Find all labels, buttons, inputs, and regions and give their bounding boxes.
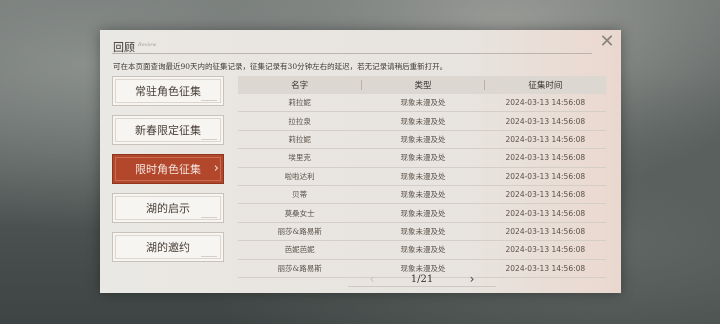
table-row: 拉拉泉 现象未漫及处 2024-03-13 14:56:08 [238, 112, 606, 131]
pager-underline [348, 286, 496, 287]
table-row: 埃里克 现象未漫及处 2024-03-13 14:56:08 [238, 149, 606, 168]
table-row: 莫桑女士 现象未漫及处 2024-03-13 14:56:08 [238, 204, 606, 223]
cell-time: 2024-03-13 14:56:08 [505, 245, 586, 255]
sidebar-item-standard[interactable]: 常驻角色征集 [112, 76, 224, 106]
page-indicator: 1/21 [410, 273, 434, 285]
chevron-right-icon: › [213, 161, 219, 176]
sidebar-item-label: 常驻角色征集 [135, 85, 201, 98]
header-type: 类型 [414, 81, 432, 91]
table-row: 啦啦达利 现象未漫及处 2024-03-13 14:56:08 [238, 168, 606, 186]
cell-type: 现象未漫及处 [400, 190, 446, 200]
cell-name: 莉拉妮 [288, 98, 311, 108]
table-row: 贝蒂 现象未漫及处 2024-03-13 14:56:08 [238, 186, 606, 205]
cell-type: 现象未漫及处 [400, 245, 446, 255]
cell-time: 2024-03-13 14:56:08 [505, 116, 586, 126]
cell-type: 现象未漫及处 [400, 116, 446, 126]
decor-line [201, 139, 217, 140]
review-panel: 回顾 Review ✕ 可在本页面查询最近90天内的征集记录，征集记录有30分钟… [100, 30, 621, 293]
close-icon[interactable]: ✕ [598, 33, 616, 51]
cell-time: 2024-03-13 14:56:08 [505, 208, 586, 218]
notice-text: 可在本页面查询最近90天内的征集记录，征集记录有30分钟左右的延迟，若无记录请稍… [113, 62, 448, 71]
cell-name: 丽莎&路易斯 [277, 226, 322, 236]
decor-line [201, 217, 217, 218]
pagination: ‹ 1/21 › [238, 270, 606, 288]
sidebar-item-label: 湖的邀约 [146, 241, 190, 254]
header-name: 名字 [291, 81, 309, 91]
cell-type: 现象未漫及处 [400, 226, 446, 236]
cell-time: 2024-03-13 14:56:08 [505, 153, 586, 163]
cell-name: 拉拉泉 [288, 116, 311, 126]
cell-name: 莫桑女士 [284, 208, 315, 218]
sidebar-item-limited[interactable]: 限时角色征集 › [112, 154, 224, 184]
cell-time: 2024-03-13 14:56:08 [505, 134, 586, 144]
sidebar-item-lake-revelation[interactable]: 湖的启示 [112, 193, 224, 223]
cell-type: 现象未漫及处 [400, 208, 446, 218]
records-table: 名字 类型 征集时间 莉拉妮 现象未漫及处 2024-03-13 14:56:08 拉… [238, 76, 606, 278]
table-header: 名字 类型 征集时间 [238, 76, 606, 94]
cell-type: 现象未漫及处 [400, 153, 446, 163]
table-row: 芭妮芭妮 现象未漫及处 2024-03-13 14:56:08 [238, 241, 606, 260]
cell-name: 芭妮芭妮 [284, 245, 315, 255]
sidebar: 常驻角色征集 新春限定征集 限时角色征集 › 湖的启示 湖的邀约 [112, 76, 224, 271]
sidebar-item-label: 新春限定征集 [135, 124, 201, 137]
table-body: 莉拉妮 现象未漫及处 2024-03-13 14:56:08 拉拉泉 现象未漫及处 202… [238, 94, 606, 278]
table-row: 莉拉妮 现象未漫及处 2024-03-13 14:56:08 [238, 94, 606, 113]
cell-name: 啦啦达利 [284, 171, 315, 181]
header-time: 征集时间 [528, 81, 563, 91]
table-row: 丽莎&路易斯 现象未漫及处 2024-03-13 14:56:08 [238, 223, 606, 242]
title-divider [112, 53, 592, 54]
panel-title-sub: Review [138, 42, 157, 48]
table-row: 莉拉妮 现象未漫及处 2024-03-13 14:56:08 [238, 131, 606, 150]
sidebar-item-lake-invitation[interactable]: 湖的邀约 [112, 232, 224, 262]
sidebar-item-new-year[interactable]: 新春限定征集 [112, 115, 224, 145]
sidebar-item-label: 湖的启示 [146, 202, 190, 215]
decor-line [201, 100, 217, 101]
cell-name: 埃里克 [288, 153, 311, 163]
cell-time: 2024-03-13 14:56:08 [505, 171, 586, 181]
cell-name: 莉拉妮 [288, 134, 311, 144]
cell-name: 贝蒂 [292, 190, 308, 200]
chevron-left-icon[interactable]: ‹ [342, 272, 402, 286]
chevron-right-icon[interactable]: › [442, 272, 502, 286]
decor-line [201, 256, 217, 257]
cell-time: 2024-03-13 14:56:08 [505, 98, 586, 108]
cell-time: 2024-03-13 14:56:08 [505, 226, 586, 236]
cell-type: 现象未漫及处 [400, 98, 446, 108]
cell-time: 2024-03-13 14:56:08 [505, 190, 586, 200]
cell-type: 现象未漫及处 [400, 134, 446, 144]
cell-type: 现象未漫及处 [400, 171, 446, 181]
sidebar-item-label: 限时角色征集 [135, 163, 201, 176]
